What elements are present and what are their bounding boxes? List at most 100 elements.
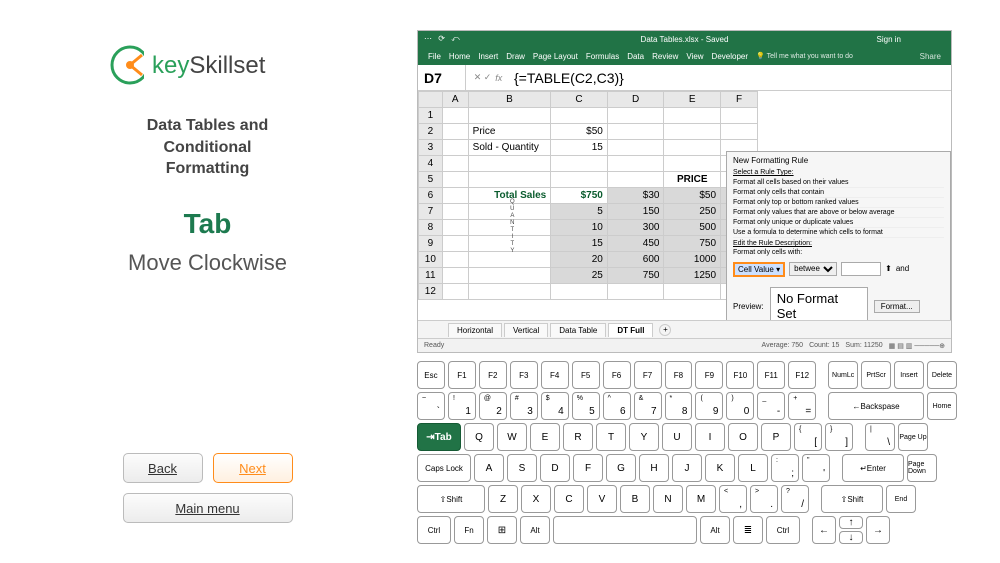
key-4[interactable]: $4	[541, 392, 569, 420]
key-right[interactable]: →	[866, 516, 890, 544]
value1-input[interactable]	[841, 262, 881, 276]
key-rctrl[interactable]: Ctrl	[766, 516, 800, 544]
key-l[interactable]: L	[738, 454, 768, 482]
key-equals[interactable]: +=	[788, 392, 816, 420]
sheet-tab[interactable]: Horizontal	[448, 323, 502, 337]
ribbon-tab[interactable]: Draw	[506, 52, 525, 61]
key-backslash[interactable]: |\	[865, 423, 895, 451]
key-semicolon[interactable]: :;	[771, 454, 799, 482]
key-3[interactable]: #3	[510, 392, 538, 420]
key-e[interactable]: E	[530, 423, 560, 451]
key-end[interactable]: End	[886, 485, 916, 513]
key-space[interactable]	[553, 516, 697, 544]
key-bracket-l[interactable]: {[	[794, 423, 822, 451]
key-t[interactable]: T	[596, 423, 626, 451]
ribbon-tab[interactable]: Developer	[712, 52, 748, 61]
ribbon-tab[interactable]: Formulas	[586, 52, 619, 61]
key-o[interactable]: O	[728, 423, 758, 451]
spreadsheet[interactable]: ABCDEF 1 2Price$50 3Sold - Quantity15 4 …	[418, 91, 758, 300]
key-j[interactable]: J	[672, 454, 702, 482]
key-rshift[interactable]: ⇧ Shift	[821, 485, 883, 513]
key-up[interactable]: ↑	[839, 516, 863, 529]
ribbon-tab[interactable]: Home	[449, 52, 470, 61]
key-5[interactable]: %5	[572, 392, 600, 420]
sheet-tabs[interactable]: Horizontal Vertical Data Table DT Full +	[418, 320, 951, 338]
key-comma[interactable]: <,	[719, 485, 747, 513]
key-z[interactable]: Z	[488, 485, 518, 513]
ribbon-tab[interactable]: Insert	[478, 52, 498, 61]
key-prtscr[interactable]: PrtScr	[861, 361, 891, 389]
key-ralt[interactable]: Alt	[700, 516, 730, 544]
key-d[interactable]: D	[540, 454, 570, 482]
key-down[interactable]: ↓	[839, 531, 863, 544]
key-y[interactable]: Y	[629, 423, 659, 451]
sheet-tab[interactable]: Vertical	[504, 323, 548, 337]
key-v[interactable]: V	[587, 485, 617, 513]
key-pagedown[interactable]: Page Down	[907, 454, 937, 482]
key-u[interactable]: U	[662, 423, 692, 451]
key-s[interactable]: S	[507, 454, 537, 482]
tell-me[interactable]: 💡 Tell me what you want to do	[756, 52, 853, 60]
share[interactable]: Share	[920, 52, 941, 61]
key-f9[interactable]: F9	[695, 361, 723, 389]
key-enter[interactable]: ↵ Enter	[842, 454, 904, 482]
back-button[interactable]: Back	[123, 453, 203, 483]
key-f4[interactable]: F4	[541, 361, 569, 389]
key-ctrl[interactable]: Ctrl	[417, 516, 451, 544]
key-x[interactable]: X	[521, 485, 551, 513]
key-1[interactable]: !1	[448, 392, 476, 420]
key-insert[interactable]: Insert	[894, 361, 924, 389]
key-c[interactable]: C	[554, 485, 584, 513]
key-k[interactable]: K	[705, 454, 735, 482]
ribbon-tab[interactable]: View	[686, 52, 703, 61]
main-menu-button[interactable]: Main menu	[123, 493, 293, 523]
key-p[interactable]: P	[761, 423, 791, 451]
key-f8[interactable]: F8	[665, 361, 693, 389]
key-7[interactable]: &7	[634, 392, 662, 420]
key-f6[interactable]: F6	[603, 361, 631, 389]
name-box[interactable]: D7	[418, 65, 466, 90]
key-delete[interactable]: Delete	[927, 361, 957, 389]
key-bracket-r[interactable]: }]	[825, 423, 853, 451]
cell-value-dropdown[interactable]: Cell Value ▾	[733, 262, 785, 277]
key-f[interactable]: F	[573, 454, 603, 482]
key-alt[interactable]: Alt	[520, 516, 550, 544]
operator-dropdown[interactable]: between	[789, 262, 837, 276]
ribbon-tab[interactable]: Page Layout	[533, 52, 578, 61]
key-f3[interactable]: F3	[510, 361, 538, 389]
ribbon-tab[interactable]: Review	[652, 52, 678, 61]
key-f1[interactable]: F1	[448, 361, 476, 389]
key-w[interactable]: W	[497, 423, 527, 451]
key-backspace[interactable]: ← Backspase	[828, 392, 924, 420]
key-lshift[interactable]: ⇧ Shift	[417, 485, 485, 513]
key-f2[interactable]: F2	[479, 361, 507, 389]
format-button[interactable]: Format...	[874, 300, 920, 313]
key-f12[interactable]: F12	[788, 361, 816, 389]
key-home[interactable]: Home	[927, 392, 957, 420]
key-capslock[interactable]: Caps Lock	[417, 454, 471, 482]
key-quote[interactable]: "'	[802, 454, 830, 482]
key-a[interactable]: A	[474, 454, 504, 482]
signin[interactable]: Sign in	[877, 35, 901, 44]
formula-icons[interactable]: ✕ ✓ fx	[466, 72, 510, 83]
sheet-tab[interactable]: DT Full	[608, 323, 653, 337]
key-h[interactable]: H	[639, 454, 669, 482]
key-grave[interactable]: ~`	[417, 392, 445, 420]
key-9[interactable]: (9	[695, 392, 723, 420]
key-esc[interactable]: Esc	[417, 361, 445, 389]
key-i[interactable]: I	[695, 423, 725, 451]
key-slash[interactable]: ?/	[781, 485, 809, 513]
key-fn[interactable]: Fn	[454, 516, 484, 544]
key-n[interactable]: N	[653, 485, 683, 513]
key-6[interactable]: ^6	[603, 392, 631, 420]
ribbon[interactable]: File Home Insert Draw Page Layout Formul…	[418, 47, 951, 65]
key-pageup[interactable]: Page Up	[898, 423, 928, 451]
key-f7[interactable]: F7	[634, 361, 662, 389]
key-menu[interactable]: ≣	[733, 516, 763, 544]
ribbon-tab[interactable]: File	[428, 52, 441, 61]
key-q[interactable]: Q	[464, 423, 494, 451]
key-r[interactable]: R	[563, 423, 593, 451]
key-m[interactable]: M	[686, 485, 716, 513]
key-f5[interactable]: F5	[572, 361, 600, 389]
ribbon-tab[interactable]: Data	[627, 52, 644, 61]
